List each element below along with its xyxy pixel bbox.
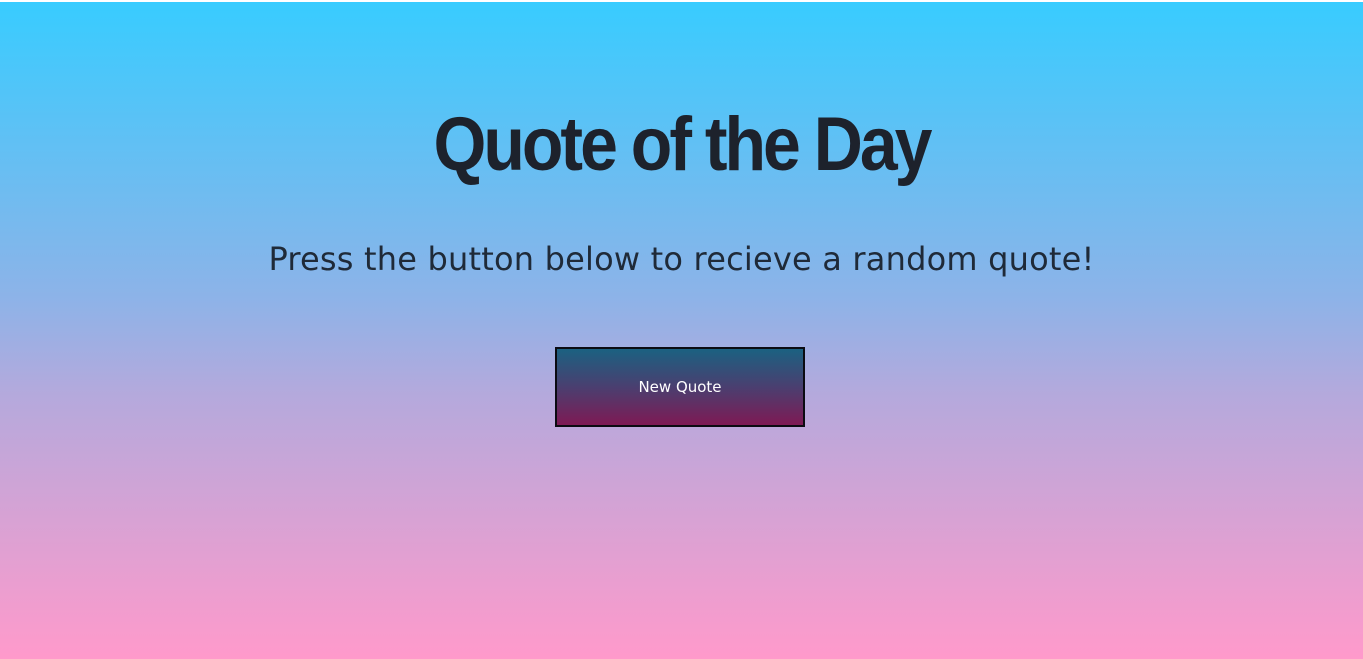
- new-quote-button[interactable]: New Quote: [555, 347, 805, 427]
- page-title: Quote of the Day: [433, 101, 932, 187]
- page-background: Quote of the Day Press the button below …: [0, 2, 1363, 659]
- page-subtitle: Press the button below to recieve a rand…: [268, 240, 1095, 278]
